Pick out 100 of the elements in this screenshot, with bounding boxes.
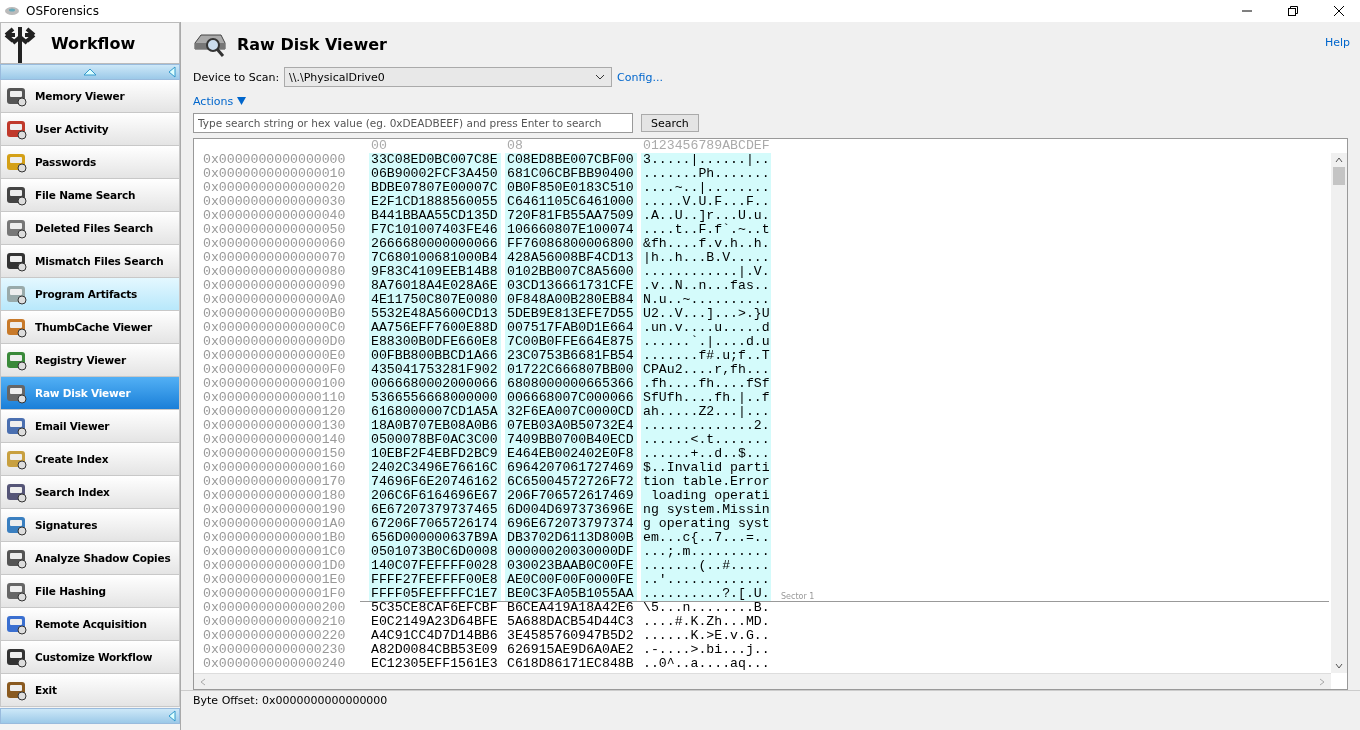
hex-cell: BE0C3FA05B1055AA <box>505 587 637 601</box>
ascii-cell-text: \5...n........B. <box>642 601 771 615</box>
hex-cell: 9F83C4109EEB14B8 <box>369 265 501 279</box>
sidebar-item[interactable]: Search Index <box>0 476 180 509</box>
sidebar-item[interactable]: File Hashing <box>0 575 180 608</box>
hex-cell: 6808000000665366 <box>505 377 637 391</box>
hex-cell: 6D004D697373696E <box>505 503 637 517</box>
hex-cell: C08ED8BE007CBF00 <box>505 153 637 167</box>
ascii-cell-text: ....#.K.Zh...MD. <box>642 615 771 629</box>
sidebar-item[interactable]: Signatures <box>0 509 180 542</box>
hex-cell: 10EBF2F4EBFD2BC9 <box>369 447 501 461</box>
hex-cell: 5DEB9E813EFE7D55 <box>505 307 637 321</box>
sidebar-item[interactable]: Remote Acquisition <box>0 608 180 641</box>
hex-cell: 0500078BF0AC3C00 <box>369 433 501 447</box>
ascii-cell-text: ..0^..a....aq... <box>642 657 771 671</box>
hex-cell-text: E0C2149A23D64BFE <box>370 615 499 629</box>
sidebar-item[interactable]: Deleted Files Search <box>0 212 180 245</box>
hex-cell-text: A82D0084CBB53E09 <box>370 643 499 657</box>
window-title: OSForensics <box>26 4 99 18</box>
offset-cell-text: 0x00000000000001D0 <box>202 559 347 573</box>
actions-link[interactable]: Actions <box>193 94 234 108</box>
search-field[interactable]: Type search string or hex value (eg. 0xDEADBEEF) and press Enter to search <box>193 113 633 133</box>
offset-cell-text: 0x0000000000000210 <box>202 615 347 629</box>
sidebar-item[interactable]: ThumbCache Viewer <box>0 311 180 344</box>
hex-cell: 7C00B0FFE664E875 <box>505 335 637 349</box>
sector-label: Sector 1 <box>781 592 815 601</box>
scroll-up-icon[interactable] <box>83 68 97 76</box>
collapse-icon[interactable] <box>168 66 176 78</box>
sidebar-item[interactable]: Passwords <box>0 146 180 179</box>
sidebar-item[interactable]: Exit <box>0 674 180 707</box>
hex-cell: 140C07FEFFFF0028 <box>369 559 501 573</box>
collapse-icon[interactable] <box>168 710 176 722</box>
hex-cell: E88300B0DFE660E8 <box>369 335 501 349</box>
offset-cell-text: 0x00000000000000E0 <box>202 349 347 363</box>
sidebar-item[interactable]: Memory Viewer <box>0 80 180 113</box>
ascii-cell: ..............2. <box>641 419 771 433</box>
sidebar-title: Workflow <box>51 33 136 53</box>
ascii-cell: .....V.U.F...F.. <box>641 195 771 209</box>
vertical-scrollbar[interactable] <box>1331 153 1347 673</box>
hex-cell: 0B0F850E0183C510 <box>505 181 637 195</box>
hex-cell: 206F706572617469 <box>505 489 637 503</box>
app-icon <box>4 5 20 17</box>
config-link[interactable]: Config... <box>617 70 663 84</box>
sidebar-item[interactable]: Email Viewer <box>0 410 180 443</box>
hex-cell-text: B6CEA419A18A42E6 <box>506 601 635 615</box>
ascii-cell: ....t..F.f`.~..t <box>641 223 771 237</box>
ascii-cell: 3.....|......|.. <box>641 153 771 167</box>
scroll-left-icon[interactable] <box>200 677 206 686</box>
offset-cell-text: 0x0000000000000220 <box>202 629 347 643</box>
sidebar-item[interactable]: Customize Workflow <box>0 641 180 674</box>
scroll-down-icon[interactable] <box>1335 663 1343 669</box>
help-link[interactable]: Help <box>1324 36 1350 49</box>
hex-cell: 6964207061727469 <box>505 461 637 475</box>
offset-cell-text: 0x0000000000000190 <box>202 503 347 517</box>
hex-cell: 74696F6E20746162 <box>369 475 501 489</box>
offset-cell-text: 0x0000000000000030 <box>202 195 347 209</box>
maximize-icon[interactable] <box>1288 6 1298 16</box>
hex-cell: E2F1CD1888560055 <box>369 195 501 209</box>
scroll-thumb[interactable] <box>1333 167 1345 185</box>
sidebar-item[interactable]: Mismatch Files Search <box>0 245 180 278</box>
ascii-cell-text: .-....>.bi...j.. <box>642 643 771 657</box>
search-button[interactable]: Search <box>641 114 699 132</box>
hex-cell: FF76086800006800 <box>505 237 637 251</box>
ascii-cell: ......+..d..$... <box>641 447 771 461</box>
ascii-cell: ......`.|....d.u <box>641 335 771 349</box>
ascii-cell: &fh....f.v.h..h. <box>641 237 771 251</box>
hex-cell: FFFF27FEFFFF00E8 <box>369 573 501 587</box>
hex-cell-text: 5C35CE8CAF6EFCBF <box>370 601 499 615</box>
offset-cell-text: 0x00000000000001C0 <box>202 545 347 559</box>
ascii-cell: .A..U..]r...U.u. <box>641 209 771 223</box>
offset-cell-text: 0x00000000000001A0 <box>202 517 347 531</box>
hex-cell: E464EB002402E0F8 <box>505 447 637 461</box>
hex-cell: 03CD136661731CFE <box>505 279 637 293</box>
hex-cell: 0102BB007C8A5600 <box>505 265 637 279</box>
device-label: Device to Scan: <box>193 70 280 84</box>
device-dropdown[interactable]: \\.\PhysicalDrive0 <box>284 67 613 87</box>
offset-cell-text: 0x0000000000000060 <box>202 237 347 251</box>
sidebar-item[interactable]: Analyze Shadow Copies <box>0 542 180 575</box>
close-icon[interactable] <box>1334 6 1344 16</box>
ascii-cell: em...c{..7...=.. <box>641 531 771 545</box>
hex-cell-text: A4C91CC4D7D14BB6 <box>370 629 499 643</box>
hex-cell: 07EB03A0B50732E4 <box>505 419 637 433</box>
offset-cell-text: 0x0000000000000090 <box>202 279 347 293</box>
hex-cell-text: EC12305EFF1561E3 <box>370 657 499 671</box>
offset-cell-text: 0x0000000000000200 <box>202 601 347 615</box>
horizontal-scrollbar[interactable] <box>194 673 1331 689</box>
offset-cell-text: 0x0000000000000120 <box>202 405 347 419</box>
ascii-cell: N.u..~.......... <box>641 293 771 307</box>
offset-cell-text: 0x0000000000000070 <box>202 251 347 265</box>
sidebar-item[interactable]: Registry Viewer <box>0 344 180 377</box>
sidebar-item[interactable]: Program Artifacts <box>0 278 180 311</box>
ascii-cell: ............|.V. <box>641 265 771 279</box>
status-text: Byte Offset: 0x0000000000000000 <box>193 693 388 707</box>
sidebar-item[interactable]: File Name Search <box>0 179 180 212</box>
offset-cell-text: 0x0000000000000080 <box>202 265 347 279</box>
sidebar-item[interactable]: Create Index <box>0 443 180 476</box>
sidebar-item[interactable]: User Activity <box>0 113 180 146</box>
offset-cell-text: 0x00000000000001E0 <box>202 573 347 587</box>
scroll-right-icon[interactable] <box>1319 677 1325 686</box>
scroll-up-icon[interactable] <box>1335 157 1343 163</box>
